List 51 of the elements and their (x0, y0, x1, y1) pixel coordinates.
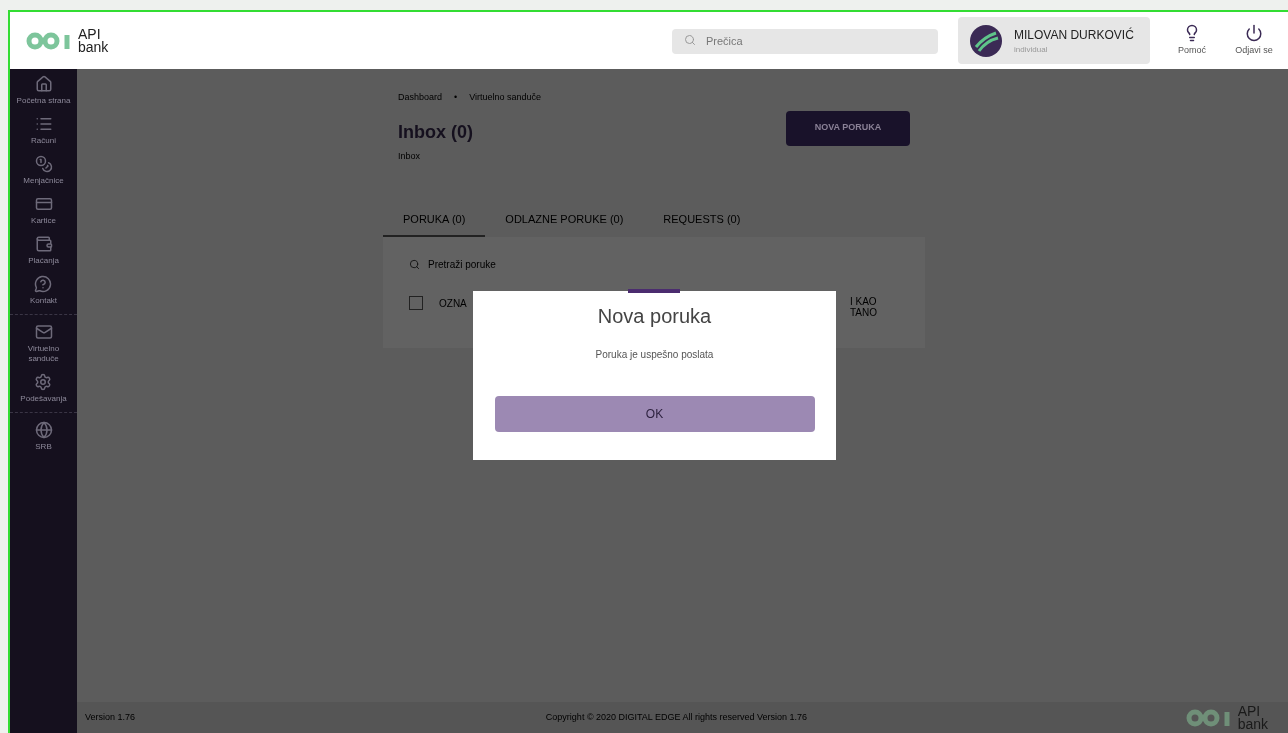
sidebar-item[interactable]: Računi (29, 115, 58, 146)
gear-icon (34, 373, 53, 391)
sidebar-item[interactable]: Kartice (29, 195, 58, 226)
user-type: individual (1014, 43, 1049, 56)
breadcrumb-current: Virtuelno sanduče (469, 91, 542, 104)
avatar-icon (970, 24, 1002, 57)
sidebar-item[interactable]: Menjačnice (21, 155, 66, 186)
mark-read-label: I KAO (849, 295, 877, 307)
version-text: Version 1.76 (85, 710, 137, 724)
logo-text: API (78, 27, 101, 41)
dialog-accent-bar (628, 289, 680, 293)
sidebar-item[interactable]: Kontakt (27, 275, 60, 306)
select-all-label: OZNA (439, 296, 468, 311)
user-name: MILOVAN DURKOVIĆ (1014, 26, 1134, 44)
sidebar-item[interactable]: Podešavanja (18, 373, 69, 404)
sidebar-item[interactable]: Plaćanja (26, 235, 61, 266)
page-subtitle: Inbox (398, 149, 422, 163)
chat-bubble-icon (34, 275, 53, 293)
page-title: Inbox (0) (398, 120, 473, 144)
list-icon (34, 115, 53, 133)
new-message-button[interactable]: NOVA PORUKA (786, 110, 910, 146)
breadcrumb-link[interactable]: Dashboard (398, 91, 443, 105)
help-button[interactable]: Pomoć (1170, 23, 1214, 58)
dialog-message: Poruka je uspešno poslata (595, 348, 714, 362)
sidebar-item[interactable]: Virtuelno sanduče (10, 323, 77, 364)
search-icon (409, 258, 420, 270)
coins-icon (34, 155, 53, 173)
copyright-text: Copyright © 2020 DIGITAL EDGE All rights reserved Version 1.76 (544, 710, 809, 724)
logout-button[interactable]: Odjavi se (1232, 23, 1276, 58)
globe-icon (34, 421, 53, 439)
tab[interactable]: ODLAZNE PORUKE (0) (485, 211, 644, 237)
tab[interactable]: REQUESTS (0) (643, 211, 761, 237)
house-icon (34, 75, 53, 93)
logo-text: bank (78, 40, 109, 54)
user-card[interactable]: MILOVAN DURKOVIĆ individual (958, 17, 1150, 64)
power-icon (1245, 23, 1263, 42)
message-search-field[interactable]: Pretraži poruke (428, 256, 628, 272)
dialog-title: Nova poruka (597, 304, 712, 329)
sidebar-item[interactable]: Početna strana (14, 75, 73, 106)
select-all-checkbox[interactable] (409, 295, 423, 310)
logo-text: bank (1237, 717, 1268, 731)
logo-text: API (1237, 704, 1261, 718)
search-icon (684, 34, 696, 46)
ok-button[interactable]: OK (494, 396, 815, 432)
search-field[interactable]: Prečica (672, 28, 938, 54)
mark-read-label: TANO (849, 306, 877, 318)
card-icon (34, 195, 53, 213)
wallet-icon (34, 235, 53, 253)
sidebar-item[interactable]: SRB (32, 421, 55, 452)
breadcrumb-separator: • (454, 91, 458, 104)
envelope-icon (34, 323, 53, 341)
